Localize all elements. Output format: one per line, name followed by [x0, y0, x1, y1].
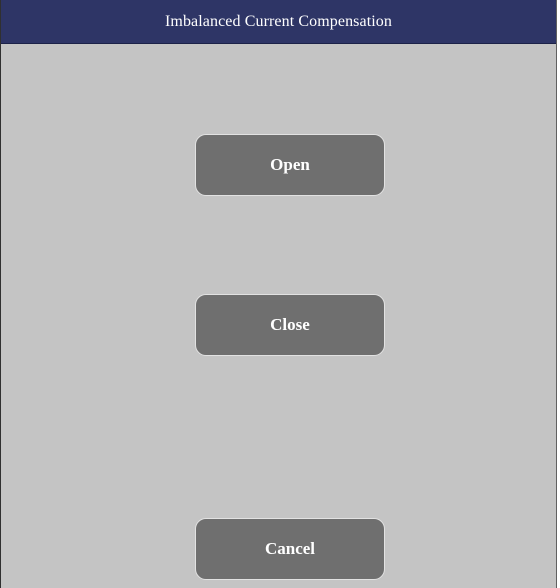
dialog-title: Imbalanced Current Compensation — [164, 12, 393, 30]
compensation-dialog: Imbalanced Current Compensation Open Clo… — [0, 0, 557, 588]
close-button-label: Close — [270, 315, 310, 334]
cancel-button[interactable]: Cancel — [195, 518, 385, 580]
open-button-label: Open — [270, 155, 310, 174]
title-bar: Imbalanced Current Compensation — [1, 0, 556, 44]
open-button[interactable]: Open — [195, 134, 385, 196]
close-button[interactable]: Close — [195, 294, 385, 356]
cancel-button-label: Cancel — [264, 539, 316, 558]
